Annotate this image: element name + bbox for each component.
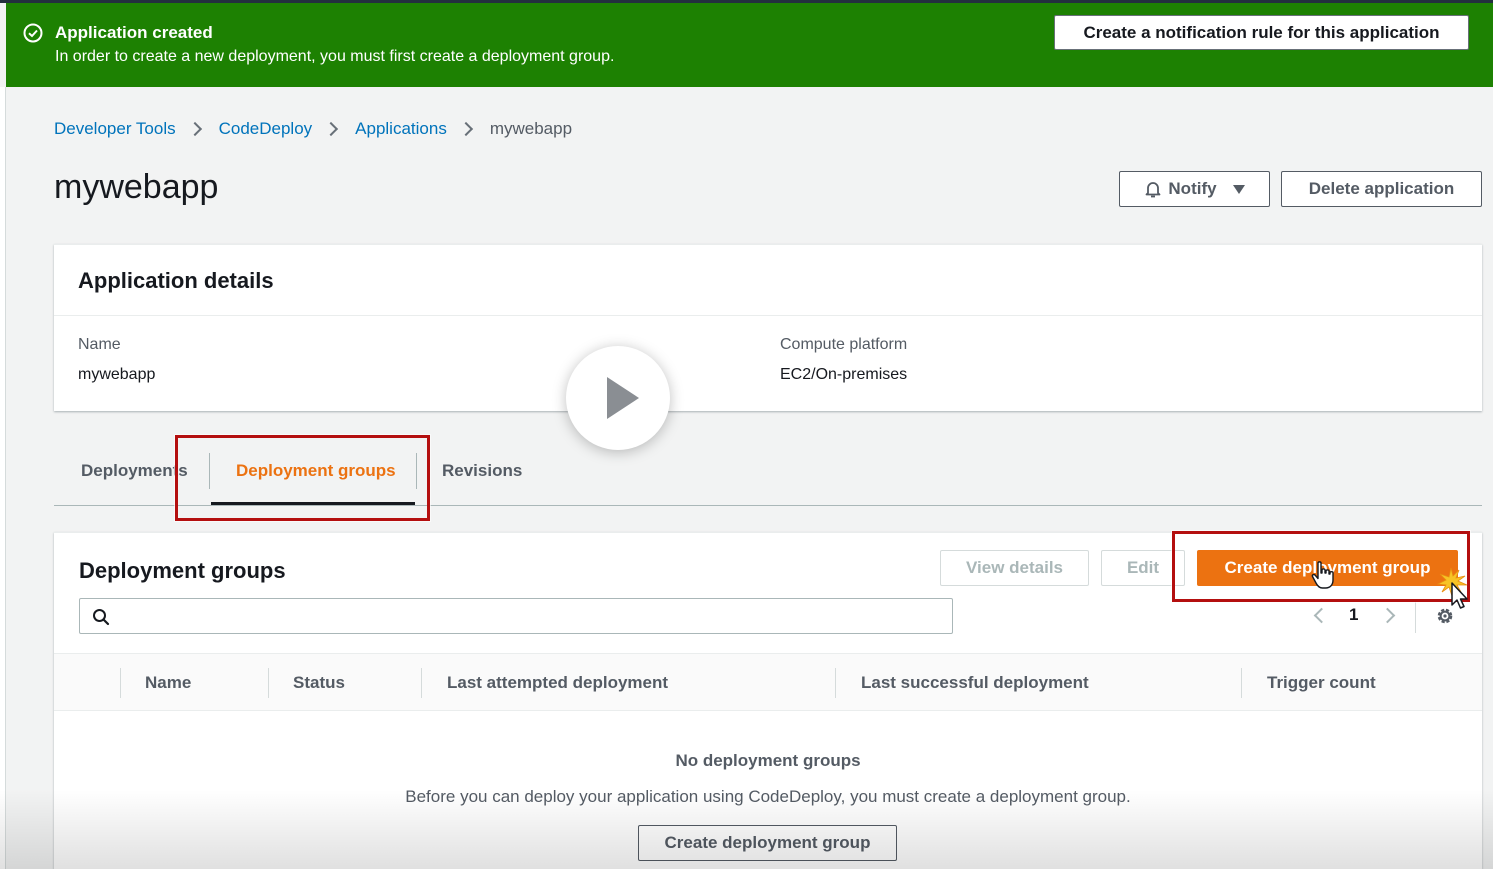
create-deployment-group-button[interactable]: Create deployment group — [1197, 550, 1458, 586]
bell-icon — [1146, 182, 1161, 198]
name-label: Name — [78, 336, 121, 353]
chevron-right-icon — [324, 121, 339, 137]
success-flash-banner: Application created In order to create a… — [6, 3, 1493, 87]
empty-state-create-button[interactable]: Create deployment group — [638, 825, 897, 861]
chevron-right-icon — [458, 121, 473, 137]
chevron-right-icon — [187, 121, 202, 137]
search-icon — [93, 609, 110, 626]
breadcrumb-current: mywebapp — [489, 119, 573, 138]
breadcrumb-codedeploy[interactable]: CodeDeploy — [219, 119, 313, 139]
page-number[interactable]: 1 — [1349, 605, 1358, 625]
notify-label: Notify — [1168, 179, 1217, 198]
breadcrumb-applications[interactable]: Applications — [355, 119, 447, 139]
flash-title: Application created — [55, 23, 213, 42]
tab-divider — [416, 453, 417, 489]
column-last-attempted[interactable]: Last attempted deployment — [447, 673, 668, 693]
search-field[interactable] — [79, 598, 953, 634]
tab-deployments[interactable]: Deployments — [81, 461, 188, 481]
deployment-groups-panel: Deployment groups View details Edit Crea… — [54, 532, 1482, 869]
column-name[interactable]: Name — [145, 673, 191, 693]
flash-message: In order to create a new deployment, you… — [55, 48, 615, 65]
compute-platform-label: Compute platform — [780, 336, 908, 353]
table-header: Name Status Last attempted deployment La… — [54, 653, 1482, 711]
pager-divider — [1415, 599, 1416, 633]
tab-deployment-groups[interactable]: Deployment groups — [236, 461, 396, 481]
empty-state-title: No deployment groups — [675, 751, 861, 770]
view-details-button[interactable]: View details — [940, 550, 1089, 586]
column-divider — [835, 668, 836, 698]
column-status[interactable]: Status — [293, 673, 345, 693]
side-navigation-edge — [0, 87, 6, 869]
chevron-right-icon[interactable] — [1380, 607, 1396, 623]
gear-icon[interactable] — [1434, 605, 1456, 627]
play-icon — [607, 377, 639, 419]
column-divider — [421, 668, 422, 698]
tab-divider — [209, 453, 210, 489]
breadcrumb-developer-tools[interactable]: Developer Tools — [54, 119, 176, 139]
delete-application-button[interactable]: Delete application — [1281, 171, 1482, 207]
create-notification-rule-button[interactable]: Create a notification rule for this appl… — [1054, 15, 1469, 50]
tab-revisions[interactable]: Revisions — [442, 461, 522, 481]
notify-dropdown-button[interactable]: Notify — [1119, 171, 1270, 207]
column-divider — [1241, 668, 1242, 698]
page-title: mywebapp — [54, 168, 219, 206]
details-header: Application details — [54, 245, 1482, 316]
compute-platform-value: EC2/On-premises — [780, 366, 908, 383]
column-divider — [120, 668, 121, 698]
empty-state-description: Before you can deploy your application u… — [405, 787, 1131, 806]
deployment-groups-title: Deployment groups — [79, 558, 286, 583]
check-circle-icon — [23, 23, 43, 43]
column-trigger-count[interactable]: Trigger count — [1267, 673, 1376, 693]
breadcrumb: Developer Tools CodeDeploy Applications … — [54, 118, 572, 140]
search-input[interactable] — [118, 601, 948, 631]
video-play-button[interactable] — [566, 346, 670, 450]
edit-button[interactable]: Edit — [1101, 550, 1185, 586]
details-title: Application details — [78, 268, 274, 293]
tabs-baseline — [54, 505, 1482, 506]
pagination: 1 — [1313, 605, 1396, 625]
column-divider — [268, 668, 269, 698]
column-last-successful[interactable]: Last successful deployment — [861, 673, 1089, 693]
chevron-left-icon[interactable] — [1313, 607, 1330, 623]
name-value: mywebapp — [78, 366, 156, 383]
caret-down-icon — [1232, 184, 1245, 194]
application-details-panel: Application details Name mywebapp Comput… — [54, 244, 1482, 411]
